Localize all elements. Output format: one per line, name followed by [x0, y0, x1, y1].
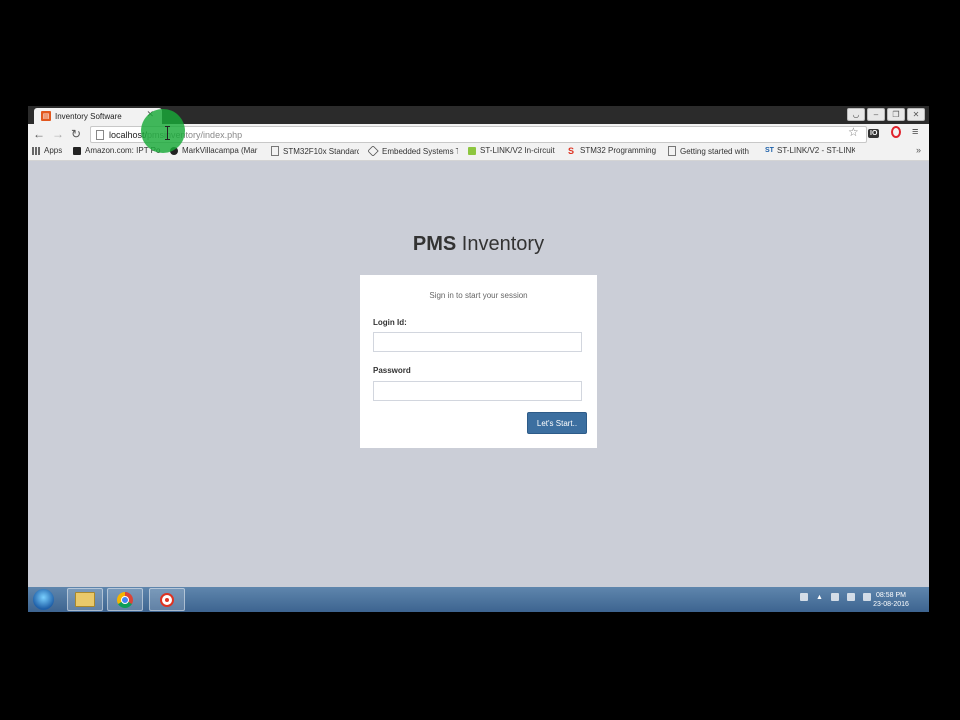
logo-bold: PMS [412, 233, 457, 255]
login-box: Sign in to start your session Login Id: … [360, 275, 597, 448]
text-cursor-icon [165, 126, 170, 140]
forward-icon[interactable]: → [52, 127, 64, 141]
bookmark-label: Getting started with [680, 146, 749, 156]
login-box-message: Sign in to start your session [429, 291, 528, 300]
tray-expand-icon[interactable]: ▲ [816, 594, 823, 601]
tab-title: Inventory Software [55, 111, 122, 121]
tab-favicon-icon: ▤ [41, 111, 51, 121]
password-input[interactable] [373, 381, 582, 401]
start-button-icon[interactable] [33, 589, 54, 610]
user-icon[interactable]: ◡ [847, 108, 865, 121]
bookmark-stm32-programming[interactable]: S STM32 Programming [568, 146, 658, 155]
clock-date: 23-08-2016 [873, 601, 909, 608]
desktop-screen: ▤ Inventory Software ✕ ◡ – ❐ ✕ ← → ↻ loc… [28, 106, 929, 612]
close-window-icon[interactable]: ✕ [907, 108, 925, 121]
bookmark-embedded-systems[interactable]: Embedded Systems T [368, 146, 458, 156]
bookmark-label: ST-LINK/V2 In-circuit [480, 146, 555, 155]
system-tray: ▲ [800, 593, 871, 601]
page-icon [271, 146, 279, 156]
bookmark-star-icon[interactable]: ☆ [848, 125, 859, 139]
opera-extension-icon[interactable] [891, 126, 901, 138]
record-icon [160, 592, 174, 607]
taskbar-recorder[interactable] [149, 588, 185, 611]
bookmark-getting-started[interactable]: Getting started with [668, 146, 758, 156]
bookmark-label: ST-LINK/V2 - ST-LINK [777, 146, 855, 155]
st-logo-icon: ST [765, 146, 774, 154]
bookmark-label: STM32 Programming [580, 146, 657, 155]
window-controls: ◡ – ❐ ✕ [847, 108, 925, 121]
apps-grid-icon [32, 146, 40, 155]
taskbar-explorer[interactable] [67, 588, 103, 611]
clock-time: 08:58 PM [876, 592, 906, 599]
minimize-icon[interactable]: – [867, 108, 885, 121]
bookmark-apps[interactable]: Apps [32, 146, 62, 155]
st-icon [468, 146, 476, 155]
more-bookmarks-icon[interactable]: » [916, 145, 921, 155]
login-id-label: Login Id: [373, 318, 407, 327]
folder-icon [75, 592, 95, 607]
amazon-icon [73, 146, 81, 155]
login-id-input[interactable] [373, 332, 582, 352]
reload-icon[interactable]: ↻ [71, 127, 81, 141]
battery-icon[interactable] [830, 593, 839, 601]
logo-rest: Inventory [456, 233, 545, 255]
bookmark-label: MarkVillacampa (Mar [182, 146, 258, 155]
bookmark-st-link-v2[interactable]: ST ST-LINK/V2 - ST-LINK [765, 146, 855, 155]
bookmark-github[interactable]: MarkVillacampa (Mar [170, 146, 262, 155]
keyboard-icon[interactable] [800, 593, 808, 601]
bookmark-st-link-incircuit[interactable]: ST-LINK/V2 In-circuit [468, 146, 558, 155]
app-logo: PMS Inventory [28, 233, 929, 256]
taskbar-clock[interactable]: 08:58 PM 23-08-2016 [870, 591, 912, 609]
bookmark-stm32f10x[interactable]: STM32F10x Standard [271, 146, 359, 156]
page-icon [668, 146, 676, 156]
diamond-icon [368, 146, 379, 156]
taskbar-chrome[interactable] [107, 588, 143, 611]
chrome-icon [117, 591, 133, 608]
back-icon[interactable]: ← [33, 127, 45, 141]
address-bar[interactable]: localhost/pmsinventory/index.php [90, 126, 867, 143]
page-info-icon[interactable] [96, 129, 104, 140]
bookmark-label: Embedded Systems T [382, 146, 458, 156]
browser-menu-icon[interactable]: ≡ [912, 126, 918, 138]
password-label: Password [373, 366, 411, 375]
cursor-highlight [141, 109, 185, 153]
windows-taskbar: ▲ 08:58 PM 23-08-2016 [28, 587, 929, 612]
extension-io-icon[interactable]: IO [868, 129, 880, 138]
bookmark-label: Apps [44, 146, 63, 155]
network-icon[interactable] [846, 593, 855, 601]
s-logo-icon: S [568, 146, 575, 155]
bookmark-label: STM32F10x Standard [283, 146, 359, 156]
lets-start-button[interactable]: Let's Start.. [527, 412, 587, 434]
restore-icon[interactable]: ❐ [887, 108, 905, 121]
page-content: PMS Inventory Sign in to start your sess… [28, 161, 929, 587]
